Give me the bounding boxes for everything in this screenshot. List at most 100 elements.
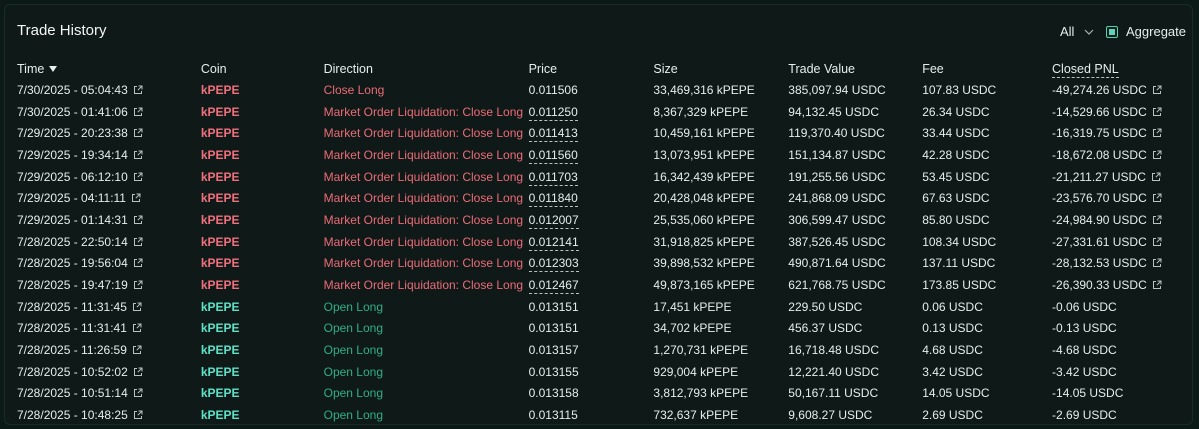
cell-closed-pnl: -21,211.27 USDC [1052, 166, 1192, 188]
external-link-icon[interactable] [1152, 215, 1162, 225]
external-link-icon[interactable] [1152, 193, 1162, 203]
cell-trade-value: 490,871.64 USDC [788, 256, 886, 271]
cell-closed-pnl: -0.13 USDC [1052, 321, 1117, 336]
cell-direction: Market Order Liquidation: Close Long [323, 212, 524, 227]
external-link-icon[interactable] [132, 345, 142, 355]
column-header-coin[interactable]: Coin [201, 59, 324, 79]
external-link-icon[interactable] [133, 367, 143, 377]
cell-fee: 4.68 USDC [922, 343, 983, 358]
external-link-icon[interactable] [1152, 107, 1162, 117]
external-link-icon[interactable] [1152, 280, 1162, 290]
cell-coin[interactable]: kPEPE [201, 274, 324, 296]
cell-price: 0.013151 [528, 299, 579, 314]
cell-coin[interactable]: kPEPE [201, 101, 324, 123]
cell-price: 0.011413 [528, 126, 578, 143]
column-header-closed-pnl[interactable]: Closed PNL [1052, 59, 1192, 79]
aggregate-checkbox[interactable] [1106, 25, 1118, 38]
external-link-icon[interactable] [133, 388, 143, 398]
cell-trade-value: 385,097.94 USDC [788, 82, 886, 97]
cell-closed-pnl: -23,576.70 USDC [1052, 187, 1192, 209]
cell-coin[interactable]: kPEPE [201, 122, 324, 144]
external-link-icon[interactable] [133, 172, 143, 182]
external-link-icon[interactable] [1152, 85, 1162, 95]
cell-direction: Market Order Liquidation: Close Long [323, 234, 524, 249]
cell-coin[interactable]: kPEPE [201, 166, 324, 188]
cell-time: 7/30/2025 - 05:04:43 [5, 79, 201, 101]
cell-time: 7/29/2025 - 20:23:38 [5, 122, 201, 144]
column-header-time[interactable]: Time [5, 59, 201, 79]
filter-dropdown[interactable]: All [1060, 24, 1094, 39]
chevron-down-icon [1085, 29, 1094, 35]
panel-header: Trade History All Aggregate [5, 5, 1192, 59]
external-link-icon[interactable] [133, 258, 143, 268]
cell-closed-pnl: -14.05 USDC [1052, 386, 1124, 401]
cell-coin[interactable]: kPEPE [201, 404, 324, 426]
cell-coin[interactable]: kPEPE [201, 339, 324, 361]
cell-closed-pnl: -24,984.90 USDC [1052, 209, 1192, 231]
cell-size: 25,535,060 kPEPE [653, 212, 755, 227]
cell-price: 0.012007 [528, 212, 579, 229]
cell-coin[interactable]: kPEPE [201, 383, 324, 405]
table-row: 7/28/2025 - 19:56:04 kPEPE Market Order Li… [5, 253, 1192, 275]
sort-down-icon [49, 66, 58, 72]
external-link-icon[interactable] [1152, 258, 1162, 268]
external-link-icon[interactable] [133, 410, 143, 420]
cell-size: 929,004 kPEPE [653, 364, 739, 379]
cell-size: 16,342,439 kPEPE [653, 169, 755, 184]
table-row: 7/30/2025 - 01:41:06 kPEPE Market Order Li… [5, 101, 1192, 123]
external-link-icon[interactable] [133, 85, 143, 95]
cell-price: 0.011250 [528, 104, 578, 121]
cell-price: 0.013157 [528, 343, 579, 358]
cell-price: 0.011840 [528, 191, 578, 208]
table-row: 7/29/2025 - 20:23:38 kPEPE Market Order Li… [5, 122, 1192, 144]
cell-coin[interactable]: kPEPE [201, 318, 324, 340]
cell-fee: 137.11 USDC [922, 256, 996, 271]
cell-trade-value: 119,370.40 USDC [788, 126, 885, 141]
external-link-icon[interactable] [133, 237, 143, 247]
external-link-icon[interactable] [133, 215, 143, 225]
cell-direction: Open Long [323, 408, 383, 423]
external-link-icon[interactable] [1152, 150, 1162, 160]
external-link-icon[interactable] [1151, 172, 1161, 182]
cell-size: 39,898,532 kPEPE [653, 256, 755, 271]
column-header-fee[interactable]: Fee [922, 59, 1052, 79]
cell-coin[interactable]: kPEPE [201, 361, 324, 383]
table-row: 7/29/2025 - 04:11:11 kPEPE Market Order Li… [5, 187, 1192, 209]
cell-coin[interactable]: kPEPE [201, 231, 324, 253]
cell-price: 0.012141 [528, 234, 579, 251]
table-row: 7/29/2025 - 06:12:10 kPEPE Market Order Li… [5, 166, 1192, 188]
table-row: 7/30/2025 - 05:04:43 kPEPE Close Long 0.011… [5, 79, 1192, 101]
cell-coin[interactable]: kPEPE [201, 253, 324, 275]
trade-history-panel: Trade History All Aggregate Time Coin Di… [4, 4, 1193, 425]
cell-coin[interactable]: kPEPE [201, 209, 324, 231]
cell-direction: Market Order Liquidation: Close Long [323, 278, 524, 293]
cell-coin[interactable]: kPEPE [201, 296, 324, 318]
external-link-icon[interactable] [1152, 128, 1162, 138]
cell-coin[interactable]: kPEPE [201, 187, 324, 209]
column-header-price[interactable]: Price [529, 59, 654, 79]
cell-size: 34,702 kPEPE [653, 321, 732, 336]
external-link-icon[interactable] [133, 107, 143, 117]
cell-time: 7/28/2025 - 11:31:41 [5, 318, 201, 340]
external-link-icon[interactable] [1152, 237, 1162, 247]
external-link-icon[interactable] [133, 128, 143, 138]
external-link-icon[interactable] [133, 280, 143, 290]
cell-coin[interactable]: kPEPE [201, 144, 324, 166]
table-row: 7/28/2025 - 10:51:14 kPEPE Open Long 0.0131… [5, 383, 1192, 405]
cell-trade-value: 621,768.75 USDC [788, 278, 886, 293]
cell-fee: 14.05 USDC [922, 386, 990, 401]
cell-closed-pnl: -49,274.26 USDC [1052, 79, 1192, 101]
external-link-icon[interactable] [132, 302, 142, 312]
column-header-trade-value[interactable]: Trade Value [788, 59, 922, 79]
cell-coin[interactable]: kPEPE [201, 79, 324, 101]
cell-time: 7/29/2025 - 04:11:11 [5, 187, 201, 209]
cell-size: 31,918,825 kPEPE [653, 234, 755, 249]
column-header-direction[interactable]: Direction [324, 59, 529, 79]
column-header-size[interactable]: Size [653, 59, 788, 79]
external-link-icon[interactable] [132, 323, 142, 333]
external-link-icon[interactable] [131, 193, 141, 203]
aggregate-toggle[interactable]: Aggregate [1106, 24, 1186, 39]
cell-size: 33,469,316 kPEPE [653, 82, 755, 97]
external-link-icon[interactable] [133, 150, 143, 160]
cell-time: 7/28/2025 - 19:47:19 [5, 274, 201, 296]
